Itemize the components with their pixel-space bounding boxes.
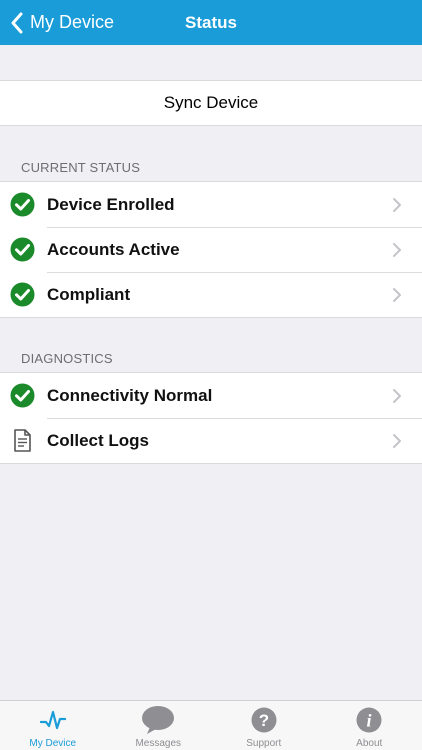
tab-messages[interactable]: Messages: [106, 701, 212, 750]
sync-device-button[interactable]: Sync Device: [0, 80, 422, 126]
question-icon: ?: [247, 705, 281, 735]
status-row-compliant[interactable]: Compliant: [0, 272, 422, 317]
status-row-device-enrolled[interactable]: Device Enrolled: [0, 182, 422, 227]
info-icon: i: [352, 705, 386, 735]
diagnostics-row-connectivity[interactable]: Connectivity Normal: [0, 373, 422, 418]
check-circle-icon: [10, 237, 35, 262]
status-row-label: Compliant: [47, 284, 131, 304]
tab-label: My Device: [29, 738, 77, 749]
tab-label: Messages: [135, 738, 182, 749]
chevron-right-icon: [393, 197, 401, 212]
speech-bubble-icon: [141, 705, 175, 735]
check-circle-icon: [10, 383, 35, 408]
diagnostics-row-collect-logs[interactable]: Collect Logs: [0, 418, 422, 463]
diagnostics-row-label: Connectivity Normal: [47, 385, 213, 405]
diagnostics-row-label: Collect Logs: [47, 430, 150, 450]
sync-device-label: Sync Device: [163, 93, 259, 112]
tab-my-device[interactable]: My Device: [0, 701, 106, 750]
tab-support[interactable]: ? Support: [211, 701, 317, 750]
svg-text:i: i: [367, 711, 372, 731]
diagnostics-list: Connectivity Normal Collect Logs: [0, 372, 422, 464]
status-row-accounts-active[interactable]: Accounts Active: [0, 227, 422, 272]
chevron-right-icon: [393, 433, 401, 448]
back-button[interactable]: My Device: [10, 0, 114, 45]
status-row-label: Accounts Active: [47, 239, 180, 259]
pulse-icon: [36, 705, 70, 735]
chevron-right-icon: [393, 388, 401, 403]
chevron-right-icon: [393, 242, 401, 257]
tab-label: About: [356, 738, 383, 749]
status-row-label: Device Enrolled: [47, 194, 175, 214]
tab-about[interactable]: i About: [317, 701, 422, 750]
tab-bar: My Device Messages ? Support i About: [0, 700, 422, 750]
chevron-right-icon: [393, 287, 401, 302]
check-circle-icon: [10, 282, 35, 307]
current-status-header: CURRENT STATUS: [21, 160, 141, 175]
navigation-bar: My Device Status: [0, 0, 422, 45]
back-button-label: My Device: [30, 12, 115, 32]
tab-label: Support: [246, 738, 282, 749]
current-status-list: Device Enrolled Accounts Active Complian…: [0, 181, 422, 318]
check-circle-icon: [10, 192, 35, 217]
diagnostics-header: DIAGNOSTICS: [21, 351, 113, 366]
document-icon: [10, 428, 35, 453]
svg-text:?: ?: [259, 711, 269, 730]
chevron-left-icon: [11, 12, 23, 33]
